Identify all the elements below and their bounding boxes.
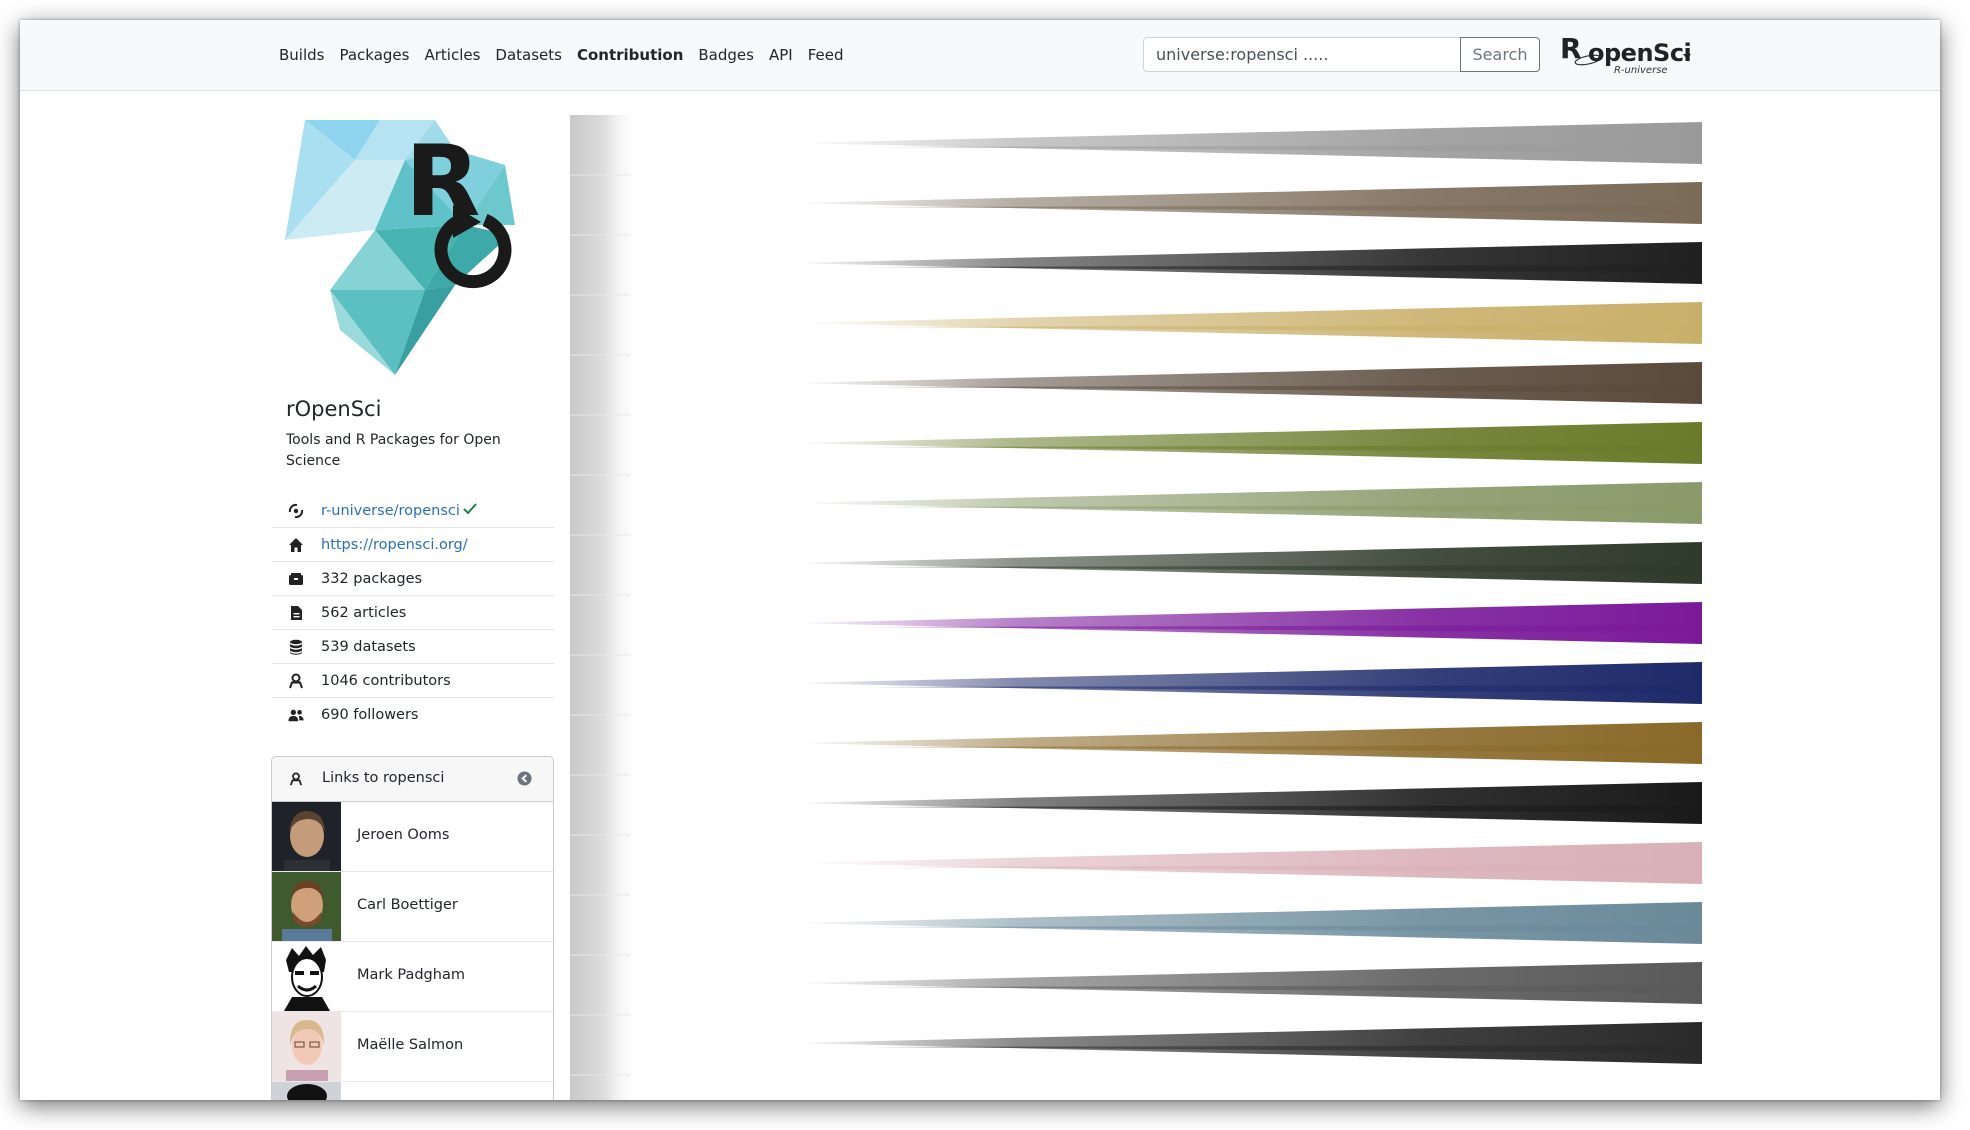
verified-check-icon bbox=[463, 503, 477, 515]
chart-band bbox=[790, 362, 1702, 404]
packages-count: 332 packages bbox=[321, 570, 423, 587]
info-contributors: 1046 contributors bbox=[272, 664, 554, 698]
brand-subtitle: R-universe bbox=[1614, 65, 1668, 76]
nav-links: Builds Packages Articles Datasets Contri… bbox=[279, 20, 859, 90]
browser-window: Builds Packages Articles Datasets Contri… bbox=[20, 20, 1940, 1100]
chart-bands bbox=[570, 122, 1702, 1076]
followers-icon bbox=[288, 707, 304, 723]
contributor-name: Carl Boettiger bbox=[357, 897, 458, 913]
packages-icon bbox=[288, 571, 304, 587]
org-info-list: r-universe/ropensci https://ropensci.org… bbox=[272, 494, 554, 731]
avatar bbox=[272, 872, 341, 941]
chart-band bbox=[790, 782, 1702, 824]
org-name: rOpenSci bbox=[286, 397, 382, 421]
links-card: Links to ropensci Jeroen Ooms Carl Boett… bbox=[271, 756, 554, 1100]
chart-band bbox=[790, 962, 1702, 1004]
info-datasets: 539 datasets bbox=[272, 630, 554, 664]
nav-packages[interactable]: Packages bbox=[339, 46, 409, 64]
avatar bbox=[272, 1012, 341, 1081]
contributor-row[interactable] bbox=[272, 1082, 553, 1100]
chart-band bbox=[790, 242, 1702, 284]
contributor-name: Jeroen Ooms bbox=[357, 827, 450, 843]
contributor-icon bbox=[289, 771, 303, 791]
nav-datasets[interactable]: Datasets bbox=[495, 46, 562, 64]
homepage-link[interactable]: https://ropensci.org/ bbox=[321, 537, 468, 553]
chart-band bbox=[790, 722, 1702, 764]
chart-band bbox=[790, 182, 1702, 224]
universe-link[interactable]: r-universe/ropensci bbox=[321, 503, 460, 519]
nav-api[interactable]: API bbox=[769, 46, 793, 64]
chart-band bbox=[790, 902, 1702, 944]
avatar bbox=[272, 942, 341, 1011]
chart-band bbox=[790, 542, 1702, 584]
links-card-header[interactable]: Links to ropensci bbox=[272, 757, 553, 802]
info-articles: 562 articles bbox=[272, 596, 554, 630]
contributor-icon bbox=[288, 673, 304, 689]
chart-band bbox=[790, 482, 1702, 524]
info-universe: r-universe/ropensci bbox=[272, 494, 554, 528]
org-description: Tools and R Packages for Open Science bbox=[286, 432, 501, 469]
followers-count: 690 followers bbox=[321, 706, 419, 723]
nav-builds[interactable]: Builds bbox=[279, 46, 324, 64]
links-card-title: Links to ropensci bbox=[322, 770, 445, 786]
articles-count: 562 articles bbox=[321, 604, 407, 621]
navbar: Builds Packages Articles Datasets Contri… bbox=[20, 20, 1940, 91]
nav-articles[interactable]: Articles bbox=[424, 46, 480, 64]
contribution-chart bbox=[570, 115, 1702, 1100]
contributor-row[interactable]: Mark Padgham bbox=[272, 942, 553, 1012]
contributor-name: Mark Padgham bbox=[357, 967, 465, 983]
chart-band bbox=[790, 422, 1702, 464]
chart-band bbox=[790, 602, 1702, 644]
chart-band bbox=[790, 842, 1702, 884]
info-packages: 332 packages bbox=[272, 562, 554, 596]
contributor-row[interactable]: Maëlle Salmon bbox=[272, 1012, 553, 1082]
universe-icon bbox=[288, 503, 304, 519]
nav-contribution[interactable]: Contribution bbox=[577, 46, 683, 64]
brand-menu[interactable]: R openSci R-universe bbox=[1560, 32, 1692, 76]
arrow-left-circle-icon[interactable] bbox=[517, 771, 532, 790]
caret-down-icon bbox=[1683, 54, 1691, 59]
info-homepage: https://ropensci.org/ bbox=[272, 528, 554, 562]
search-input[interactable] bbox=[1143, 37, 1461, 72]
search-button[interactable]: Search bbox=[1460, 37, 1540, 72]
contributor-row[interactable]: Jeroen Ooms bbox=[272, 802, 553, 872]
contributor-row[interactable]: Carl Boettiger bbox=[272, 872, 553, 942]
chart-band bbox=[790, 662, 1702, 704]
avatar bbox=[272, 802, 341, 871]
brand-name: openSci bbox=[1588, 39, 1692, 67]
home-icon bbox=[288, 537, 304, 553]
nav-feed[interactable]: Feed bbox=[808, 46, 844, 64]
chart-band bbox=[790, 1022, 1702, 1064]
contributors-count: 1046 contributors bbox=[321, 672, 451, 689]
contributor-name: Maëlle Salmon bbox=[357, 1037, 464, 1053]
file-icon bbox=[288, 605, 304, 621]
nav-badges[interactable]: Badges bbox=[698, 46, 754, 64]
chart-left-shade bbox=[570, 115, 640, 1100]
info-followers: 690 followers bbox=[272, 698, 554, 731]
chart-band bbox=[790, 122, 1702, 164]
database-icon bbox=[288, 639, 304, 655]
avatar bbox=[272, 1082, 341, 1100]
datasets-count: 539 datasets bbox=[321, 638, 416, 655]
org-logo: R bbox=[285, 120, 515, 375]
chart-band bbox=[790, 302, 1702, 344]
